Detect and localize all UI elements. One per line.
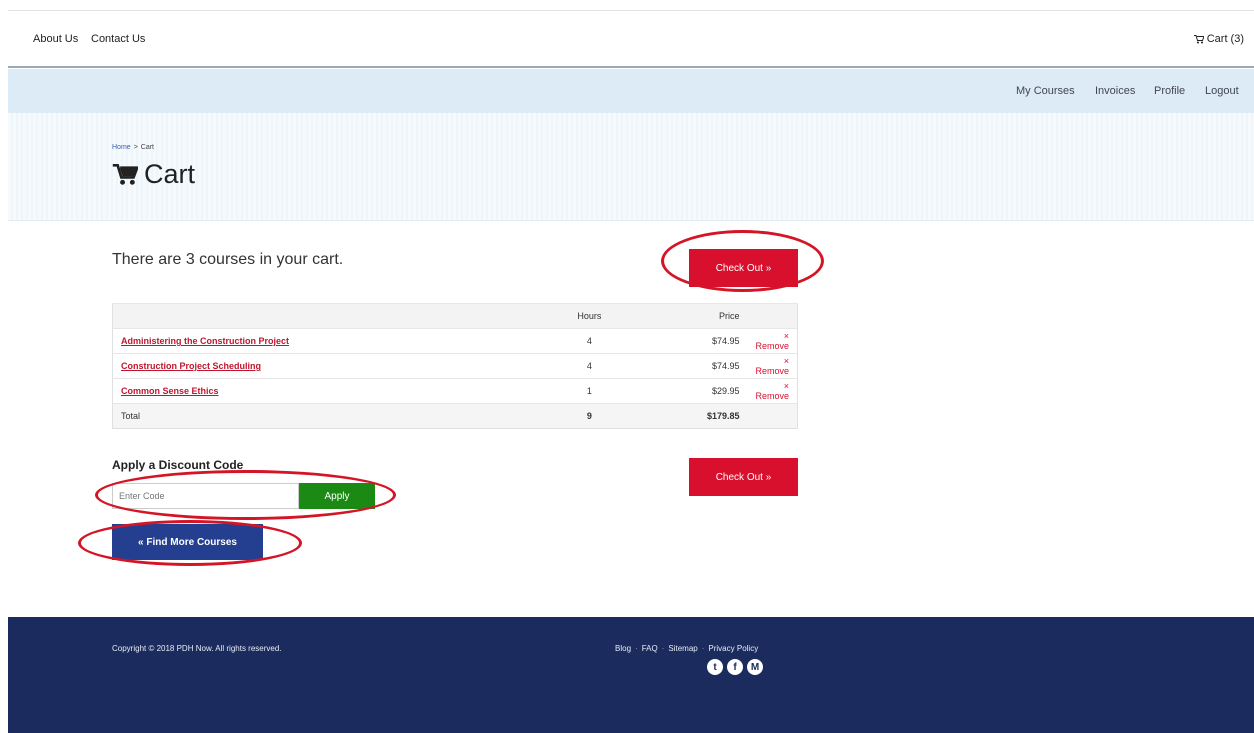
header-price: Price: [638, 303, 748, 329]
course-hours: 4: [540, 328, 639, 354]
account-nav: My Courses Invoices Profile Logout: [8, 69, 1254, 113]
footer-link-sitemap[interactable]: Sitemap: [668, 644, 697, 653]
page-title-text: Cart: [144, 159, 196, 189]
discount-code-input[interactable]: [112, 483, 299, 509]
cart-icon: [112, 163, 138, 185]
breadcrumb-current: Cart: [140, 144, 155, 151]
course-price: $29.95: [638, 378, 748, 404]
cart-table: Hours Price Administering the Constructi…: [112, 303, 798, 429]
page-title: Cart: [112, 159, 195, 190]
table-row: Common Sense Ethics 1 $29.95 × Remove: [112, 378, 798, 404]
discount-heading: Apply a Discount Code: [112, 458, 244, 472]
total-row: Total 9 $179.85: [112, 403, 798, 429]
footer: Copyright © 2018 PDH Now. All rights res…: [8, 617, 1254, 733]
total-hours: 9: [540, 403, 639, 429]
course-price: $74.95: [638, 353, 748, 379]
find-more-courses-button[interactable]: « Find More Courses: [112, 524, 263, 560]
nav-cart[interactable]: Cart (3): [1193, 33, 1244, 45]
breadcrumb-separator: >: [133, 144, 138, 151]
remove-button[interactable]: × Remove: [755, 356, 789, 376]
header-action: [747, 303, 798, 329]
cart-count-text: There are 3 courses in your cart.: [112, 251, 344, 268]
facebook-icon[interactable]: f: [727, 659, 743, 675]
apply-discount-button[interactable]: Apply: [299, 483, 375, 509]
nav-profile[interactable]: Profile: [1154, 85, 1185, 97]
breadcrumb-home[interactable]: Home: [112, 144, 131, 151]
nav-about-us[interactable]: About Us: [33, 33, 78, 45]
remove-button[interactable]: × Remove: [755, 331, 789, 351]
footer-link-blog[interactable]: Blog: [615, 644, 631, 653]
checkout-button-top[interactable]: Check Out »: [689, 249, 798, 287]
page-header: Home > Cart Cart: [8, 113, 1254, 221]
copyright-text: Copyright © 2018 PDH Now. All rights res…: [112, 644, 282, 653]
footer-separator: ·: [701, 644, 705, 653]
table-header-row: Hours Price: [112, 303, 798, 329]
top-nav: About Us Contact Us Cart (3): [8, 10, 1254, 68]
footer-links: Blog · FAQ · Sitemap · Privacy Policy: [615, 644, 758, 653]
course-hours: 4: [540, 353, 639, 379]
course-link[interactable]: Common Sense Ethics: [121, 386, 219, 396]
nav-contact-us[interactable]: Contact Us: [91, 33, 145, 45]
nav-cart-label: Cart (3): [1206, 33, 1244, 45]
header-course: [112, 303, 541, 329]
social-links: t f M: [707, 659, 763, 675]
medium-icon[interactable]: M: [747, 659, 763, 675]
footer-link-faq[interactable]: FAQ: [642, 644, 658, 653]
header-hours: Hours: [540, 303, 639, 329]
remove-button[interactable]: × Remove: [755, 381, 789, 401]
footer-separator: ·: [635, 644, 638, 653]
table-row: Administering the Construction Project 4…: [112, 328, 798, 354]
footer-separator: ·: [661, 644, 665, 653]
course-hours: 1: [540, 378, 639, 404]
cart-icon: [1193, 34, 1204, 43]
total-price: $179.85: [638, 403, 748, 429]
course-price: $74.95: [638, 328, 748, 354]
nav-invoices[interactable]: Invoices: [1095, 85, 1135, 97]
twitter-icon[interactable]: t: [707, 659, 723, 675]
checkout-button-bottom[interactable]: Check Out »: [689, 458, 798, 496]
nav-logout[interactable]: Logout: [1205, 85, 1239, 97]
breadcrumb: Home > Cart: [112, 144, 154, 151]
nav-my-courses[interactable]: My Courses: [1016, 85, 1075, 97]
total-label: Total: [112, 403, 541, 429]
course-link[interactable]: Construction Project Scheduling: [121, 361, 261, 371]
course-link[interactable]: Administering the Construction Project: [121, 336, 289, 346]
footer-link-privacy[interactable]: Privacy Policy: [708, 644, 758, 653]
table-row: Construction Project Scheduling 4 $74.95…: [112, 353, 798, 379]
